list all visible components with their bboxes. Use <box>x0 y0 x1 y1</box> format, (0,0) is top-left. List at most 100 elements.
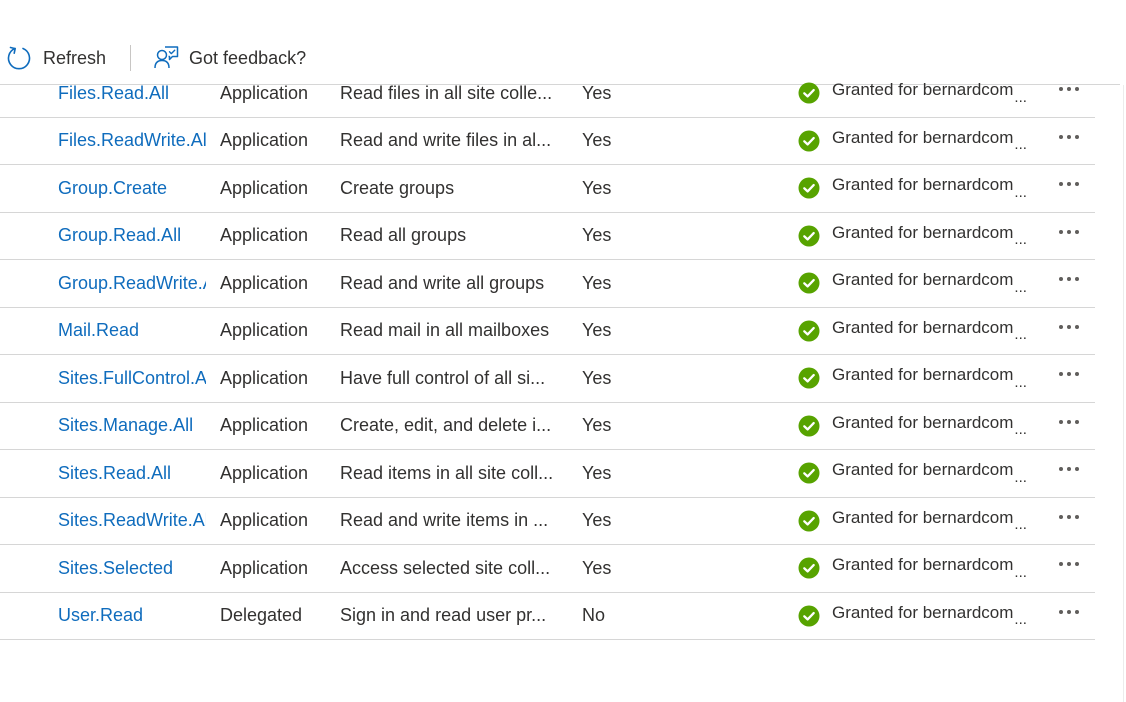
permission-row: Sites.FullControl.All Application Have f… <box>0 355 1095 403</box>
permission-name-link[interactable]: Group.Create <box>58 165 206 212</box>
permission-row: Group.Create Application Create groups Y… <box>0 165 1095 213</box>
permission-description: Create groups <box>340 177 455 198</box>
permission-description: Read mail in all mailboxes <box>340 320 550 341</box>
more-icon <box>1059 467 1079 472</box>
refresh-label: Refresh <box>43 47 107 68</box>
permission-description: Read all groups <box>340 225 467 246</box>
consent-status-text: Granted for bernardcom <box>832 80 1014 100</box>
more-actions-button[interactable] <box>1054 403 1084 450</box>
permission-name-link[interactable]: Files.Read.All <box>58 70 206 117</box>
admin-consent-required: Yes <box>582 367 612 388</box>
check-circle-icon <box>798 557 820 579</box>
permission-name-link[interactable]: Group.ReadWrite.All <box>58 260 206 307</box>
permission-name-link[interactable]: Files.ReadWrite.All <box>58 118 206 165</box>
permission-description: Have full control of all si... <box>340 367 546 388</box>
scrollbar-track[interactable] <box>1123 85 1124 702</box>
consent-status: Granted for bernardcom ... <box>798 165 1048 212</box>
check-circle-icon <box>798 82 820 104</box>
admin-consent-required: Yes <box>582 510 612 531</box>
more-actions-button[interactable] <box>1054 355 1084 402</box>
permission-row: Sites.Read.All Application Read items in… <box>0 450 1095 498</box>
consent-status: Granted for bernardcom ... <box>798 403 1048 450</box>
refresh-button[interactable]: Refresh <box>6 45 106 71</box>
admin-consent-required: Yes <box>582 320 612 341</box>
permission-type: Application <box>220 130 309 151</box>
permission-row: User.Read Delegated Sign in and read use… <box>0 593 1095 640</box>
permission-type: Application <box>220 415 309 436</box>
permission-description: Access selected site coll... <box>340 557 551 578</box>
more-icon <box>1059 277 1079 282</box>
permission-name-link[interactable]: Group.Read.All <box>58 213 206 260</box>
more-icon <box>1059 372 1079 377</box>
permission-type: Application <box>220 272 309 293</box>
truncation-ellipsis: ... <box>1014 421 1027 439</box>
consent-status: Granted for bernardcom ... <box>798 593 1048 640</box>
consent-status-text: Granted for bernardcom <box>832 412 1014 432</box>
consent-status: Granted for bernardcom ... <box>798 545 1048 592</box>
more-actions-button[interactable] <box>1054 308 1084 355</box>
consent-status-text: Granted for bernardcom <box>832 602 1014 622</box>
permission-name-link[interactable]: Sites.Read.All <box>58 450 206 497</box>
permission-type: Application <box>220 367 309 388</box>
consent-status-text: Granted for bernardcom <box>832 365 1014 385</box>
permission-type: Application <box>220 225 309 246</box>
consent-status: Granted for bernardcom ... <box>798 118 1048 165</box>
consent-status-text: Granted for bernardcom <box>832 127 1014 147</box>
consent-status-text: Granted for bernardcom <box>832 507 1014 527</box>
permission-description: Read and write items in ... <box>340 510 549 531</box>
check-circle-icon <box>798 130 820 152</box>
consent-status: Granted for bernardcom ... <box>798 498 1048 545</box>
check-circle-icon <box>798 462 820 484</box>
permission-name-link[interactable]: Sites.FullControl.All <box>58 355 206 402</box>
more-icon <box>1059 514 1079 519</box>
permission-name-link[interactable]: Sites.ReadWrite.All <box>58 498 206 545</box>
permission-type: Application <box>220 82 309 103</box>
more-actions-button[interactable] <box>1054 118 1084 165</box>
permission-description: Read items in all site coll... <box>340 462 554 483</box>
more-actions-button[interactable] <box>1054 213 1084 260</box>
truncation-ellipsis: ... <box>1014 611 1027 629</box>
truncation-ellipsis: ... <box>1014 516 1027 534</box>
check-circle-icon <box>798 225 820 247</box>
permission-row: Sites.Manage.All Application Create, edi… <box>0 403 1095 450</box>
permission-type: Delegated <box>220 605 303 626</box>
more-icon <box>1059 419 1079 424</box>
truncation-ellipsis: ... <box>1014 326 1027 344</box>
check-circle-icon <box>798 367 820 389</box>
permission-name-link[interactable]: Mail.Read <box>58 308 206 355</box>
permission-row: Group.ReadWrite.All Application Read and… <box>0 260 1095 308</box>
admin-consent-required: Yes <box>582 557 612 578</box>
consent-status-text: Granted for bernardcom <box>832 555 1014 575</box>
permission-name-link[interactable]: User.Read <box>58 593 206 640</box>
more-actions-button[interactable] <box>1054 165 1084 212</box>
feedback-button[interactable]: Got feedback? <box>153 45 306 71</box>
permission-row: Sites.ReadWrite.All Application Read and… <box>0 498 1095 545</box>
admin-consent-required: Yes <box>582 225 612 246</box>
permission-description: Read and write files in al... <box>340 130 552 151</box>
truncation-ellipsis: ... <box>1014 136 1027 154</box>
more-actions-button[interactable] <box>1054 450 1084 497</box>
more-icon <box>1059 87 1079 92</box>
permission-row: Sites.Selected Application Access select… <box>0 545 1095 593</box>
toolbar-divider <box>130 45 132 71</box>
permissions-table: Files.Read.All Application Read files in… <box>0 70 1095 640</box>
consent-status-text: Granted for bernardcom <box>832 460 1014 480</box>
permission-description: Read and write all groups <box>340 272 545 293</box>
more-actions-button[interactable] <box>1054 498 1084 545</box>
permission-name-link[interactable]: Sites.Manage.All <box>58 403 206 450</box>
permission-name-link[interactable]: Sites.Selected <box>58 545 206 592</box>
more-actions-button[interactable] <box>1054 260 1084 307</box>
more-actions-button[interactable] <box>1054 70 1084 117</box>
consent-status-text: Granted for bernardcom <box>832 270 1014 290</box>
more-actions-button[interactable] <box>1054 593 1084 640</box>
permission-type: Application <box>220 557 309 578</box>
more-icon <box>1059 229 1079 234</box>
refresh-icon <box>6 45 32 71</box>
more-icon <box>1059 562 1079 567</box>
check-circle-icon <box>798 272 820 294</box>
check-circle-icon <box>798 177 820 199</box>
feedback-label: Got feedback? <box>189 47 307 68</box>
more-actions-button[interactable] <box>1054 545 1084 592</box>
permission-row: Files.Read.All Application Read files in… <box>0 70 1095 118</box>
more-icon <box>1059 324 1079 329</box>
